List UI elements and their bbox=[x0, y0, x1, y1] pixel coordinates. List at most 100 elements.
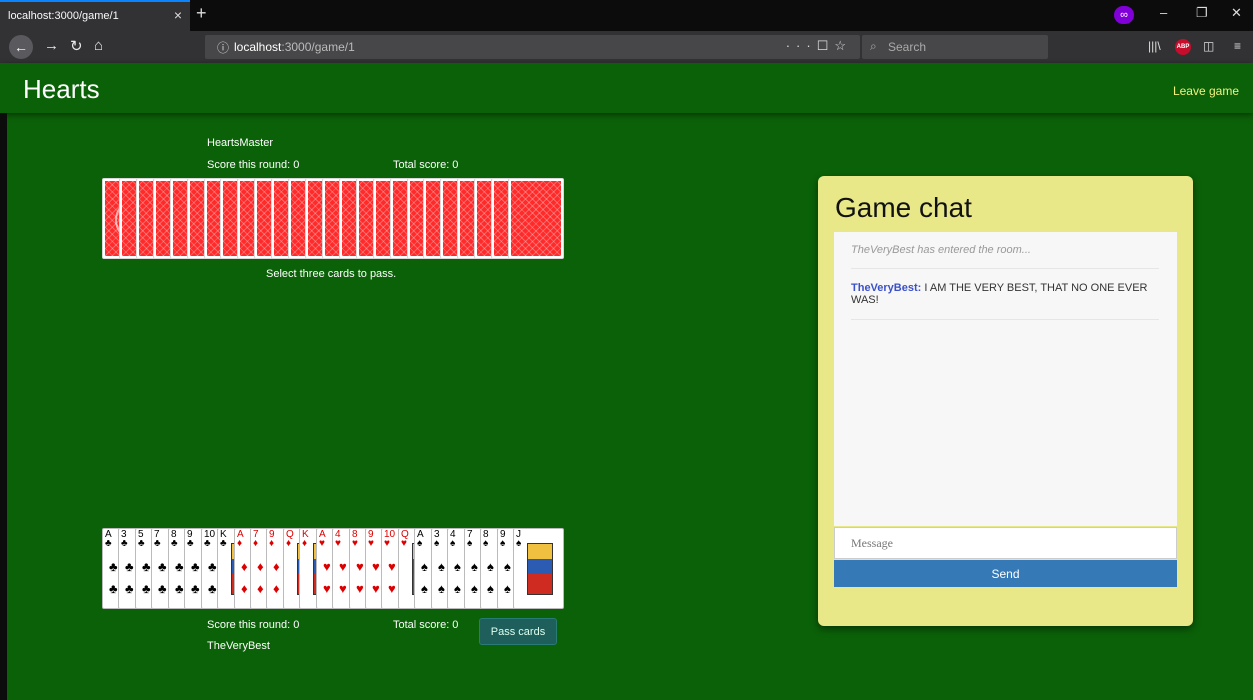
card-suit-icon: ♣ bbox=[138, 538, 145, 549]
card-pip-icon: ♣ bbox=[158, 559, 167, 574]
url-text: localhost:3000/game/1 bbox=[234, 40, 355, 54]
card-pip-icon: ♠ bbox=[438, 581, 445, 596]
card-suit-icon: ♣ bbox=[171, 538, 178, 549]
restore-icon[interactable]: ❐ bbox=[1196, 5, 1208, 21]
card-suit-icon: ♠ bbox=[483, 538, 489, 549]
message-input[interactable] bbox=[834, 527, 1177, 559]
card-pip-icon: ♥ bbox=[323, 581, 331, 596]
adblock-icon[interactable]: ABP bbox=[1175, 39, 1191, 55]
card-suit-icon: ♥ bbox=[335, 538, 341, 549]
opponent-round-score: Score this round: 0 bbox=[207, 159, 300, 171]
card-pip-icon: ♥ bbox=[339, 581, 347, 596]
tab-close-icon[interactable]: × bbox=[174, 7, 182, 23]
browser-search-box[interactable]: ⌕ Search bbox=[862, 35, 1048, 59]
card-pip-icon: ♦ bbox=[273, 559, 280, 574]
card-pip-icon: ♣ bbox=[175, 559, 184, 574]
tab-title: localhost:3000/game/1 bbox=[8, 10, 119, 22]
card-suit-icon: ♣ bbox=[105, 538, 112, 549]
chat-title: Game chat bbox=[835, 192, 972, 223]
card-pip-icon: ♣ bbox=[125, 581, 134, 596]
app-title: Hearts bbox=[23, 74, 100, 104]
card-suit-icon: ♣ bbox=[154, 538, 161, 549]
url-bar[interactable]: ⓘ localhost:3000/game/1 ···☐☆ bbox=[205, 35, 860, 59]
card-pip-icon: ♣ bbox=[191, 581, 200, 596]
pass-cards-button[interactable]: Pass cards bbox=[479, 618, 557, 645]
message-author: TheVeryBest: bbox=[851, 282, 922, 294]
menu-icon[interactable]: ≡ bbox=[1234, 39, 1241, 53]
app-header: Hearts Leave game bbox=[0, 63, 1253, 113]
leave-game-link[interactable]: Leave game bbox=[1173, 84, 1239, 98]
card-pip-icon: ♠ bbox=[438, 559, 445, 574]
card-back-pattern bbox=[511, 181, 561, 256]
close-window-icon[interactable]: ✕ bbox=[1231, 5, 1242, 21]
card-pip-icon: ♣ bbox=[208, 559, 217, 574]
card-pip-icon: ♠ bbox=[454, 559, 461, 574]
card-pip-icon: ♦ bbox=[241, 559, 248, 574]
card-suit-icon: ♠ bbox=[434, 538, 440, 549]
player-hand: A ♣ ♣ ♣ 3 ♣ ♣ ♣ 5 ♣ ♣ ♣ 7 ♣ ♣ ♣ 8 ♣ ♣ ♣ 9 ♣ ♣ ♣ 10 ♣ ♣ ♣ K ♣ A ♦ ♦ ♦ 7 ♦ ♦ ♦ 9… bbox=[102, 528, 564, 609]
card-pip-icon: ♣ bbox=[158, 581, 167, 596]
page-edge bbox=[0, 113, 7, 700]
browser-tab-bar: localhost:3000/game/1 × + ∞ – ❐ ✕ bbox=[0, 0, 1253, 31]
card-pip-icon: ♣ bbox=[109, 581, 118, 596]
card-pip-icon: ♠ bbox=[471, 559, 478, 574]
sidebar-icon[interactable]: ◫ bbox=[1203, 39, 1214, 53]
card-pip-icon: ♣ bbox=[109, 559, 118, 574]
card-pip-icon: ♠ bbox=[421, 581, 428, 596]
card-pip-icon: ♣ bbox=[208, 581, 217, 596]
card-pip-icon: ♥ bbox=[323, 559, 331, 574]
card-pip-icon: ♠ bbox=[504, 559, 511, 574]
card-pip-icon: ♠ bbox=[454, 581, 461, 596]
player-card[interactable]: J ♠ bbox=[513, 528, 564, 609]
court-card-figure bbox=[527, 543, 553, 595]
player-round-score: Score this round: 0 bbox=[207, 619, 300, 631]
card-suit-icon: ♠ bbox=[516, 538, 522, 549]
card-pip-icon: ♣ bbox=[175, 581, 184, 596]
chat-log[interactable]: TheVeryBest has entered the room... TheV… bbox=[834, 232, 1177, 526]
page-actions-icon[interactable]: ···☐☆ bbox=[786, 38, 852, 54]
card-pip-icon: ♠ bbox=[487, 559, 494, 574]
reload-icon[interactable]: ↻ bbox=[70, 37, 83, 55]
search-placeholder: Search bbox=[888, 40, 927, 54]
card-suit-icon: ♣ bbox=[220, 538, 227, 549]
card-pip-icon: ♣ bbox=[191, 559, 200, 574]
forward-icon[interactable]: → bbox=[44, 37, 59, 54]
card-pip-icon: ♠ bbox=[421, 559, 428, 574]
card-suit-icon: ♦ bbox=[237, 538, 243, 549]
card-pip-icon: ♥ bbox=[388, 559, 396, 574]
browser-nav-bar: ← → ↻ ⌂ ⓘ localhost:3000/game/1 ···☐☆ ⌕ … bbox=[0, 31, 1253, 63]
card-suit-icon: ♠ bbox=[417, 538, 423, 549]
card-suit-icon: ♥ bbox=[368, 538, 374, 549]
pass-instruction: Select three cards to pass. bbox=[266, 268, 397, 280]
message-divider bbox=[851, 319, 1159, 320]
private-browsing-icon: ∞ bbox=[1114, 6, 1134, 24]
url-path: :3000/game/1 bbox=[281, 40, 355, 54]
back-icon[interactable]: ← bbox=[9, 35, 33, 59]
home-icon[interactable]: ⌂ bbox=[94, 37, 103, 54]
opponent-total-score: Total score: 0 bbox=[393, 159, 459, 171]
card-pip-icon: ♦ bbox=[241, 581, 248, 596]
opponent-hand bbox=[102, 178, 564, 259]
browser-tab[interactable]: localhost:3000/game/1 × bbox=[0, 0, 190, 31]
library-icon[interactable]: |||\ bbox=[1148, 39, 1161, 53]
url-host: localhost bbox=[234, 40, 282, 54]
card-pip-icon: ♣ bbox=[142, 581, 151, 596]
card-pip-icon: ♦ bbox=[257, 559, 264, 574]
card-suit-icon: ♣ bbox=[204, 538, 211, 549]
card-pip-icon: ♠ bbox=[504, 581, 511, 596]
minimize-icon[interactable]: – bbox=[1160, 5, 1167, 20]
site-info-icon[interactable]: ⓘ bbox=[217, 39, 229, 56]
card-suit-icon: ♠ bbox=[467, 538, 473, 549]
card-pip-icon: ♥ bbox=[388, 581, 396, 596]
card-pip-icon: ♦ bbox=[257, 581, 264, 596]
card-pip-icon: ♠ bbox=[487, 581, 494, 596]
send-button[interactable]: Send bbox=[834, 560, 1177, 587]
card-suit-icon: ♥ bbox=[384, 538, 390, 549]
chat-message: TheVeryBest: I AM THE VERY BEST, THAT NO… bbox=[851, 282, 1161, 306]
new-tab-icon[interactable]: + bbox=[196, 3, 207, 24]
card-pip-icon: ♥ bbox=[372, 559, 380, 574]
player-name: TheVeryBest bbox=[207, 640, 270, 652]
system-message: TheVeryBest has entered the room... bbox=[851, 244, 1031, 256]
player-total-score: Total score: 0 bbox=[393, 619, 459, 631]
card-suit-icon: ♣ bbox=[187, 538, 194, 549]
